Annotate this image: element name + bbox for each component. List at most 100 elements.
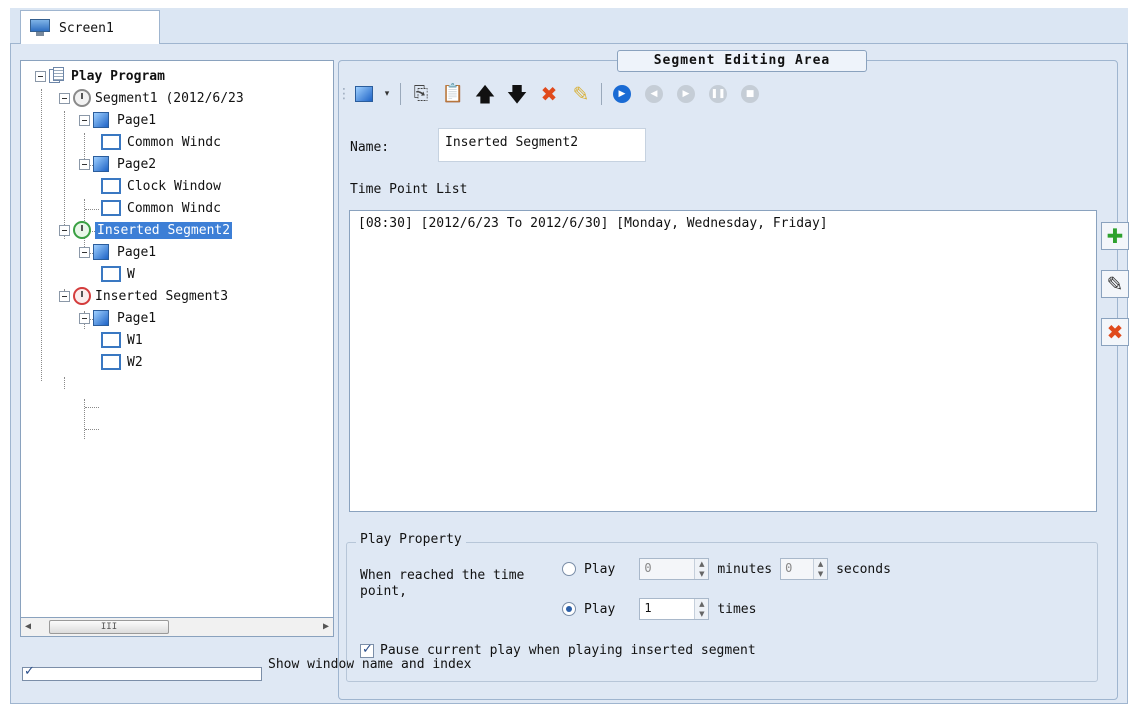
page-icon: [93, 112, 109, 128]
editing-area-title: Segment Editing Area: [617, 50, 867, 72]
collapse-icon[interactable]: [59, 224, 70, 236]
scroll-left-icon[interactable]: ◀: [25, 621, 31, 632]
play-label: Play: [584, 601, 616, 617]
time-point-item[interactable]: [08:30] [2012/6/23 To 2012/6/30] [Monday…: [358, 216, 1088, 231]
tree-node-page[interactable]: Page1: [79, 241, 156, 263]
window-icon: [101, 332, 121, 348]
edit-icon: ✎: [1106, 272, 1124, 296]
tree-node-window[interactable]: W2: [101, 351, 143, 373]
tree-node-label: W: [127, 266, 135, 282]
clear-icon[interactable]: ✎: [569, 82, 593, 106]
minutes-stepper[interactable]: 0 ▲ ▼: [639, 558, 710, 580]
delete-time-point-button[interactable]: ✖: [1101, 318, 1129, 346]
page-icon: [93, 310, 109, 326]
stop-icon[interactable]: ■: [738, 82, 762, 106]
tree-node-inserted-segment2[interactable]: Inserted Segment2: [59, 219, 233, 241]
clock-red-icon: [73, 287, 91, 305]
clock-green-icon: [73, 221, 91, 239]
tree-node-label: Common Windc: [127, 200, 221, 216]
copy-icon[interactable]: ⎘: [409, 82, 433, 106]
program-icon: [49, 67, 65, 85]
delete-icon[interactable]: ✖: [537, 82, 561, 106]
collapse-icon[interactable]: [59, 92, 70, 104]
tree-node-label: Inserted Segment2: [95, 221, 233, 239]
window-icon: [101, 200, 121, 216]
window-icon: [101, 354, 121, 370]
tree-node-label: Clock Window: [127, 178, 221, 194]
tree-node-page[interactable]: Page1: [79, 109, 156, 131]
scroll-right-icon[interactable]: ▶: [323, 621, 329, 632]
play-duration-option[interactable]: Play 0 ▲ ▼ minutes 0 ▲ ▼ seconds: [562, 558, 891, 580]
pause-current-play-checkbox[interactable]: [360, 642, 374, 658]
collapse-icon[interactable]: [79, 158, 90, 170]
tree-node-window[interactable]: Clock Window: [101, 175, 221, 197]
collapse-icon[interactable]: [79, 246, 90, 258]
tree-root-label: Play Program: [71, 68, 165, 84]
tab-screen1[interactable]: Screen1: [20, 10, 160, 45]
tree-node-window[interactable]: W: [101, 263, 135, 285]
collapse-icon[interactable]: [59, 290, 70, 302]
segment-name-input[interactable]: Inserted Segment2: [438, 128, 646, 162]
tree-node-window[interactable]: W1: [101, 329, 143, 351]
delete-icon: ✖: [1106, 320, 1124, 344]
separator: [601, 83, 602, 105]
pause-current-play-option[interactable]: Pause current play when playing inserted…: [360, 642, 756, 658]
monitor-icon: [29, 19, 51, 37]
clock-icon: [73, 89, 91, 107]
add-time-point-button[interactable]: ✚: [1101, 222, 1129, 250]
show-window-checkbox[interactable]: [22, 665, 262, 681]
seconds-stepper[interactable]: 0 ▲ ▼: [780, 558, 829, 580]
tree-node-window[interactable]: Common Windc: [101, 197, 221, 219]
move-down-icon[interactable]: 🡇: [505, 82, 529, 106]
play-label: Play: [584, 561, 616, 577]
play-times-radio[interactable]: [562, 602, 576, 616]
tab-bar: Screen1: [10, 8, 1128, 45]
separator: [400, 83, 401, 105]
move-up-icon[interactable]: 🡅: [473, 82, 497, 106]
tree-node-label: Page2: [117, 156, 157, 172]
tree-node-label: Page1: [117, 244, 157, 260]
page-icon: [93, 156, 109, 172]
when-reached-text: When reached the time point,: [360, 568, 525, 599]
toolbar-grip: ⋮: [337, 86, 351, 102]
tree-node-page[interactable]: Page1: [79, 307, 156, 329]
new-page-icon[interactable]: [354, 82, 374, 106]
collapse-icon[interactable]: [79, 114, 90, 126]
tree-node-window[interactable]: Common Windc: [101, 131, 221, 153]
tree-node-label: Page1: [117, 310, 157, 326]
program-tree[interactable]: Play Program Segment1 (2012/6/23 Page1 C…: [20, 60, 334, 637]
paste-icon[interactable]: 📋: [441, 82, 465, 106]
tree-node-inserted-segment3[interactable]: Inserted Segment3: [59, 285, 228, 307]
pause-current-play-label: Pause current play when playing inserted…: [380, 643, 756, 658]
tree-node-label: Page1: [117, 112, 157, 128]
tree-node-page[interactable]: Page2: [79, 153, 156, 175]
time-point-list[interactable]: [08:30] [2012/6/23 To 2012/6/30] [Monday…: [349, 210, 1097, 512]
window-icon: [101, 266, 121, 282]
tree-root[interactable]: Play Program: [35, 65, 165, 87]
scroll-thumb[interactable]: III: [49, 620, 169, 634]
edit-time-point-button[interactable]: ✎: [1101, 270, 1129, 298]
times-label: times: [717, 601, 757, 617]
tree-horizontal-scrollbar[interactable]: ◀ III ▶: [20, 617, 334, 637]
prev-icon[interactable]: ◀: [642, 82, 666, 106]
play-times-option[interactable]: Play 1 ▲ ▼ times: [562, 598, 756, 620]
times-stepper[interactable]: 1 ▲ ▼: [639, 598, 710, 620]
name-label: Name:: [350, 140, 390, 155]
play-property-title: Play Property: [356, 532, 466, 547]
minutes-label: minutes: [717, 561, 773, 577]
dropdown-icon[interactable]: ▾: [382, 82, 392, 106]
play-icon[interactable]: ▶: [610, 82, 634, 106]
toolbar: ⋮ ▾ ⎘ 📋 🡅 🡇 ✖ ✎ ▶ ◀ ▶ ❚❚ ■: [337, 78, 762, 110]
tree-node-label: Segment1 (2012/6/23: [95, 90, 244, 106]
play-duration-radio[interactable]: [562, 562, 576, 576]
time-point-list-label: Time Point List: [350, 182, 468, 197]
tree-node-label: Common Windc: [127, 134, 221, 150]
tree-node-segment1[interactable]: Segment1 (2012/6/23: [59, 87, 244, 109]
pause-icon[interactable]: ❚❚: [706, 82, 730, 106]
collapse-icon[interactable]: [35, 70, 46, 82]
next-icon[interactable]: ▶: [674, 82, 698, 106]
tree-node-label: Inserted Segment3: [95, 288, 229, 304]
page-icon: [93, 244, 109, 260]
collapse-icon[interactable]: [79, 312, 90, 324]
seconds-label: seconds: [836, 561, 891, 577]
